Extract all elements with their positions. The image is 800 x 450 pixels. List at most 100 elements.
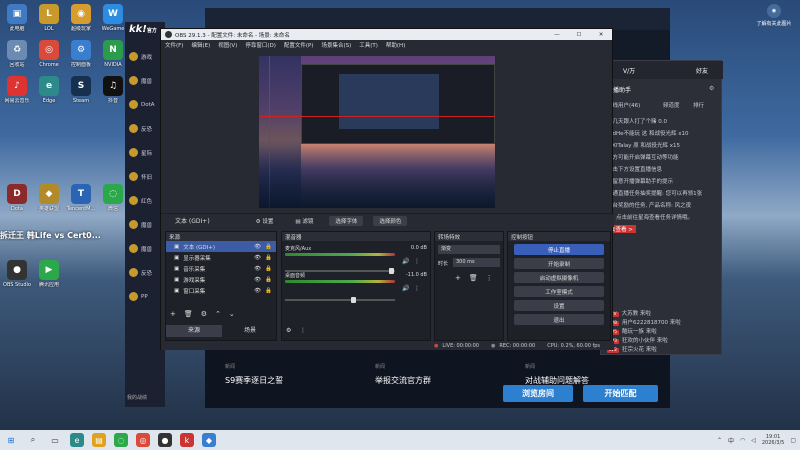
kk-taskbar-icon[interactable]: k [180, 433, 194, 447]
stop-streaming-button[interactable]: 停止直播 [514, 244, 604, 255]
desktop-menu-icon[interactable]: ⋮ [414, 285, 420, 292]
source-item[interactable]: ▣ 显示器采集 👁 🔒 [166, 252, 276, 263]
transition-menu-icon[interactable]: ⋮ [486, 274, 493, 282]
start-match-button[interactable]: 开始匹配 [583, 385, 658, 402]
source-item[interactable]: ▣ 音乐采集 👁 🔒 [166, 263, 276, 274]
my-record-link[interactable]: 我的战绩 [127, 394, 147, 401]
start-recording-button[interactable]: 开始录制 [514, 258, 604, 269]
obs-menu-item[interactable]: 文件(F) [165, 41, 183, 49]
desktop-icon[interactable]: ◎ Chrome [34, 40, 64, 68]
start-icon[interactable]: ⊞ [4, 433, 18, 447]
desktop-icon[interactable]: W WeGame [98, 4, 128, 32]
desktop-icon[interactable]: ⚙ 控制面板 [66, 40, 96, 68]
tray-chevron-icon[interactable]: ⌃ [717, 437, 722, 444]
visibility-icon[interactable]: 👁 [254, 288, 261, 294]
desktop-icon[interactable]: ◉ 超级玩家 [66, 4, 96, 32]
tab-scenes[interactable]: 场景 [222, 325, 278, 337]
select-font-button[interactable]: 选择字体 [329, 215, 364, 226]
chat-tab-2[interactable]: 好友 [696, 66, 708, 75]
clock[interactable]: 19:01 2026/3/5 [762, 434, 784, 446]
tab-sources[interactable]: 来源 [166, 325, 222, 337]
desktop-icon[interactable]: ◆ 英雄联盟 [34, 184, 64, 212]
chat-col-2[interactable]: 频道度 [663, 101, 680, 109]
kk-side-item[interactable]: 魔兽 [129, 244, 152, 253]
mic-menu-icon[interactable]: ⋮ [414, 258, 420, 265]
kk-side-item[interactable]: PP [129, 292, 148, 301]
desktop-icon[interactable]: ● OBS Studio [2, 260, 32, 288]
chat-user-row[interactable]: LV5酷玩一族 来啦 [607, 327, 717, 335]
kk-side-item[interactable]: 游戏 [129, 52, 152, 61]
source-item[interactable]: ▣ 游戏采集 👁 🔒 [166, 274, 276, 285]
app-taskbar-icon[interactable]: ◆ [202, 433, 216, 447]
kk-side-item[interactable]: 怀旧 [129, 172, 152, 181]
mixer-advanced-icon[interactable]: ⚙ [286, 327, 291, 334]
kk-side-item[interactable]: 反恐 [129, 268, 152, 277]
exit-button[interactable]: 退出 [514, 314, 604, 325]
chat-user-row[interactable]: LV3狂欢的小伙伴 来啦 [607, 336, 717, 344]
file-explorer-icon[interactable]: ▤ [92, 433, 106, 447]
obs-taskbar-icon[interactable]: ● [158, 433, 172, 447]
chat-settings-icon[interactable]: ⚙ [709, 85, 714, 92]
studio-mode-button[interactable]: 工作室模式 [514, 286, 604, 297]
add-transition-icon[interactable]: + [455, 274, 461, 282]
kk-side-item[interactable]: 魔兽 [129, 220, 152, 229]
close-icon[interactable]: ✕ [590, 32, 612, 38]
chat-user-row[interactable]: 大V大苏教 来啦 [607, 309, 717, 317]
transition-type-select[interactable]: 渐变 [438, 245, 500, 254]
desktop-icon[interactable]: ♻ 回收站 [2, 40, 32, 68]
visibility-icon[interactable]: 👁 [254, 255, 261, 261]
browse-rooms-button[interactable]: 浏览房间 [503, 385, 573, 402]
visibility-icon[interactable]: 👁 [254, 266, 261, 272]
search-icon[interactable]: ⌕ [26, 433, 40, 447]
wechat-icon[interactable]: ◌ [114, 433, 128, 447]
news-title-1[interactable]: S9赛季逐日之誓 [225, 375, 283, 386]
notification-icon[interactable]: ▢ [790, 437, 796, 444]
obs-menu-item[interactable]: 配置文件(P) [284, 41, 314, 49]
desktop-icon[interactable]: ♫ 抖音 [98, 76, 128, 104]
obs-menu-item[interactable]: 编辑(E) [191, 41, 210, 49]
delete-transition-icon[interactable]: 🗑 [469, 274, 478, 282]
lock-icon[interactable]: 🔒 [265, 244, 272, 250]
obs-menu-item[interactable]: 工具(T) [359, 41, 378, 49]
start-virtual-camera-button[interactable]: 启动虚拟摄像机 [514, 272, 604, 283]
move-up-icon[interactable]: ⌃ [215, 310, 221, 318]
mic-mute-icon[interactable]: 🔊 [402, 258, 409, 265]
visibility-icon[interactable]: 👁 [254, 277, 261, 283]
desktop-icon[interactable]: N NVIDIA [98, 40, 128, 68]
obs-menu-item[interactable]: 视图(V) [218, 41, 237, 49]
desktop-icon[interactable]: ▶ 腾讯应用 [34, 260, 64, 288]
ime-indicator[interactable]: 中 [728, 436, 734, 445]
lock-icon[interactable]: 🔒 [265, 266, 272, 272]
chat-user-row[interactable]: LV8用户6222818700 来啦 [607, 318, 717, 326]
kk-side-item[interactable]: DotA [129, 100, 155, 109]
visibility-icon[interactable]: 👁 [254, 244, 261, 250]
source-properties-icon[interactable]: ⚙ [201, 310, 207, 318]
lock-icon[interactable]: 🔒 [265, 288, 272, 294]
obs-menu-item[interactable]: 帮助(H) [386, 41, 405, 49]
move-down-icon[interactable]: ⌄ [229, 310, 235, 318]
select-color-button[interactable]: 选择颜色 [373, 215, 408, 226]
desktop-icon[interactable]: e Edge [34, 76, 64, 104]
task-view-icon[interactable]: ▭ [48, 433, 62, 447]
obs-menu-item[interactable]: 停靠窗口(D) [245, 41, 276, 49]
chat-tab-1[interactable]: V/万 [623, 66, 635, 75]
desktop-icon[interactable]: T TencentM... [66, 184, 96, 212]
minimize-icon[interactable]: — [546, 32, 568, 38]
desktop-icon[interactable]: ◌ 微信 [98, 184, 128, 212]
desktop-icon[interactable]: ♪ 网易云音乐 [2, 76, 32, 104]
source-settings-button[interactable]: ⚙ 设置 [250, 216, 280, 226]
kk-side-item[interactable]: 星际 [129, 148, 152, 157]
add-source-icon[interactable]: + [170, 310, 176, 318]
chat-user-row[interactable]: LV2 狂宗火花 来啦 [607, 345, 717, 353]
lock-icon[interactable]: 🔒 [265, 255, 272, 261]
source-item[interactable]: ▣ 窗口采集 👁 🔒 [166, 285, 276, 296]
desktop-mute-icon[interactable]: 🔊 [402, 285, 409, 292]
source-item[interactable]: ▣ 文本 (GDI+) 👁 🔒 [166, 241, 276, 252]
delete-source-icon[interactable]: 🗑 [184, 310, 193, 318]
settings-button[interactable]: 设置 [514, 300, 604, 311]
obs-menu-item[interactable]: 场景集合(S) [321, 41, 351, 49]
maximize-icon[interactable]: ☐ [568, 32, 590, 38]
volume-icon[interactable]: ◁ [751, 437, 756, 444]
news-title-2[interactable]: 举报交流官方群 [375, 375, 431, 386]
desktop-icon[interactable]: D Dota [2, 184, 32, 212]
